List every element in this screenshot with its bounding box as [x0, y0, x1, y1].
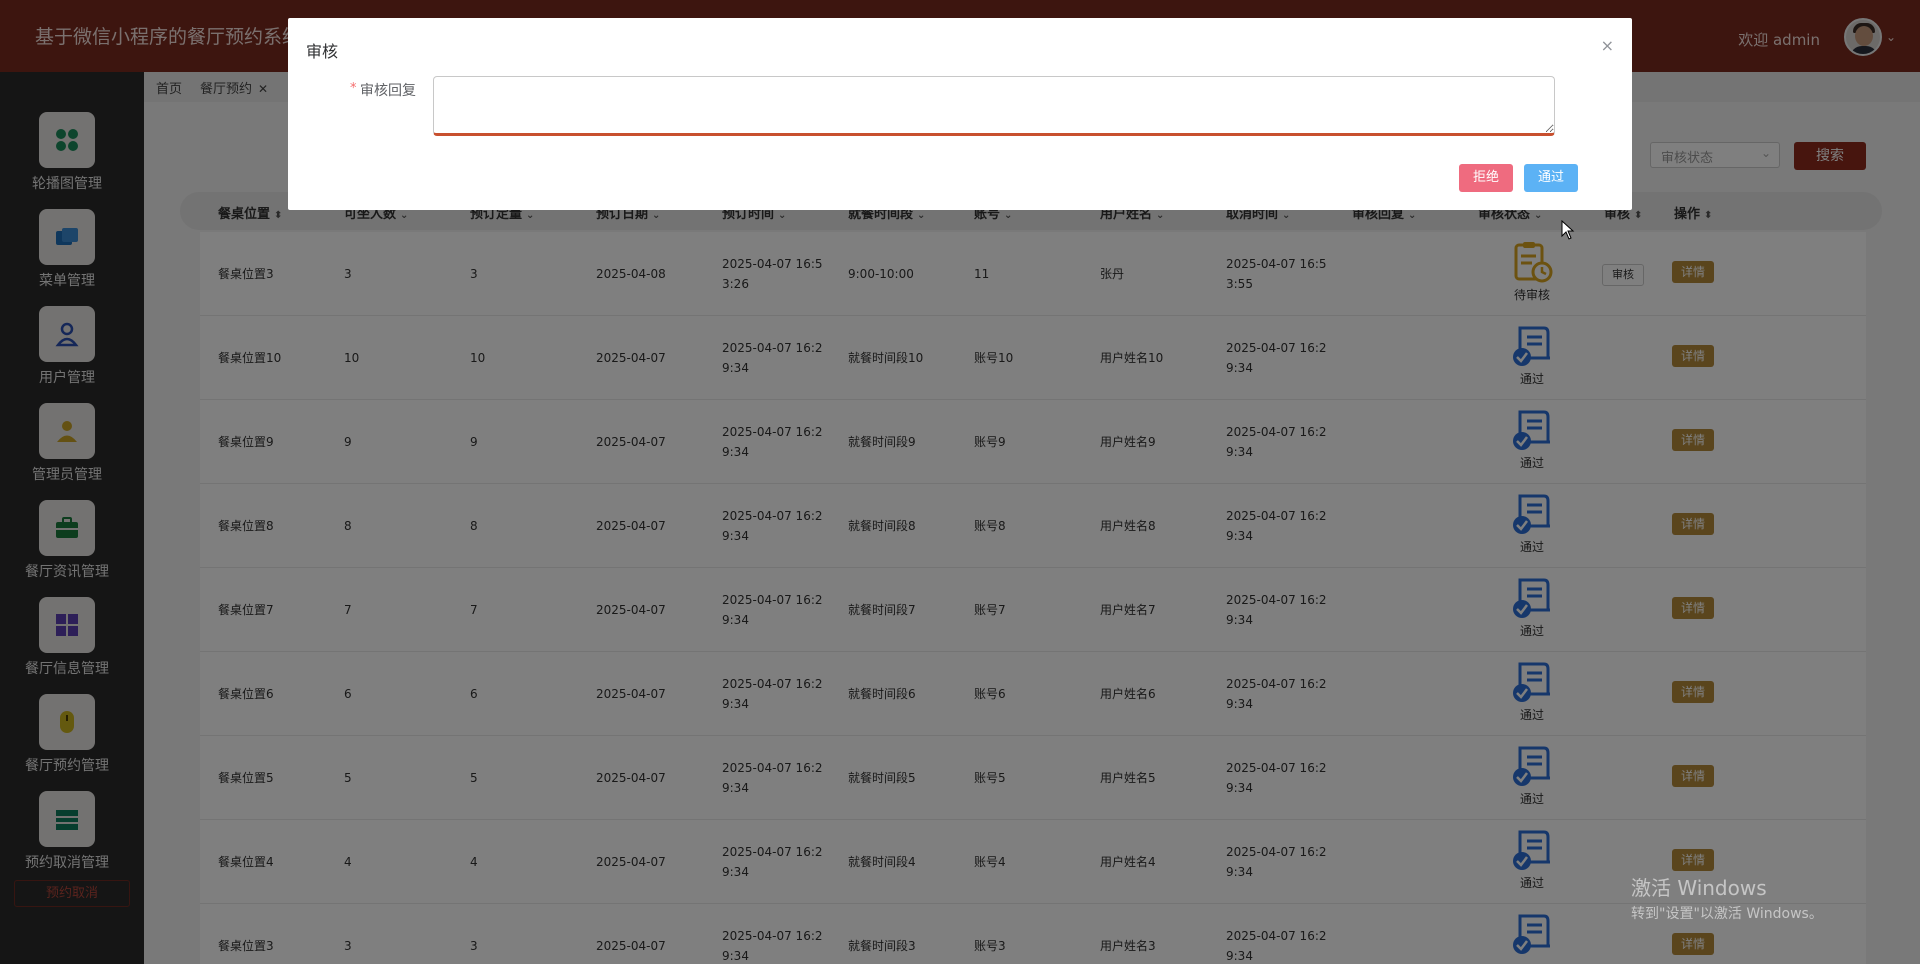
- pass-button[interactable]: 通过: [1524, 164, 1578, 192]
- mouse-cursor-icon: [1561, 220, 1575, 240]
- audit-dialog: 审核 × * 审核回复 拒绝 通过: [288, 18, 1632, 210]
- dialog-title: 审核: [306, 42, 339, 61]
- audit-reply-label: 审核回复: [360, 83, 416, 99]
- required-mark: *: [350, 81, 357, 96]
- close-icon[interactable]: ×: [1601, 36, 1614, 55]
- audit-reply-textarea[interactable]: [433, 76, 1555, 136]
- reject-button[interactable]: 拒绝: [1459, 164, 1513, 192]
- windows-activation-watermark: 激活 Windows 转到"设置"以激活 Windows。: [1631, 876, 1823, 922]
